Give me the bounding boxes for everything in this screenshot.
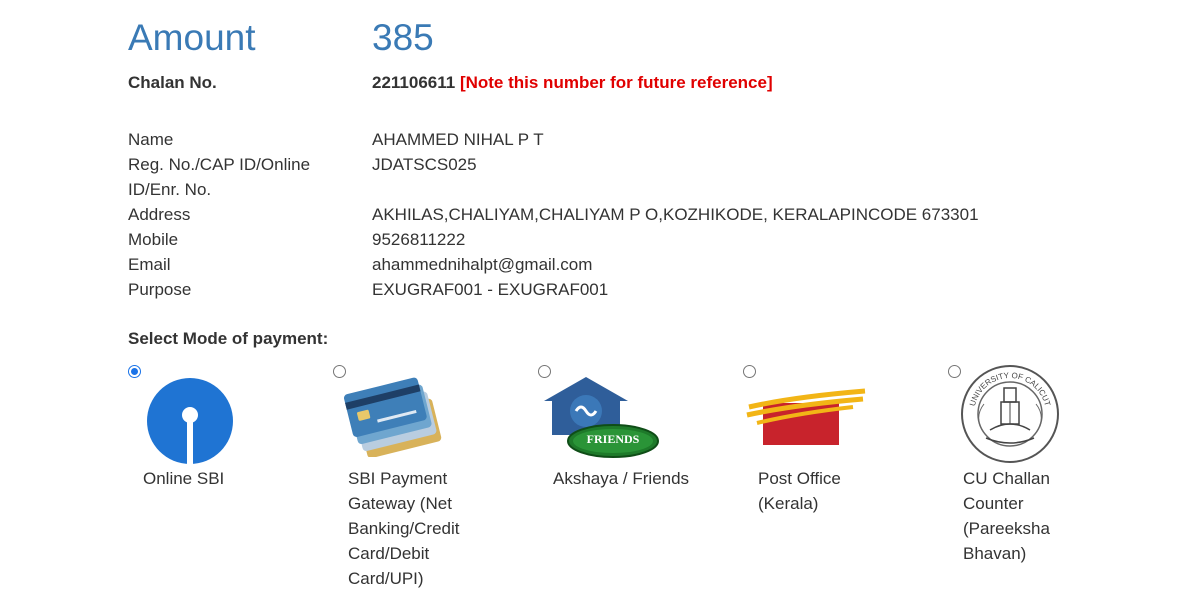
payment-option-label: Online SBI xyxy=(143,469,225,488)
university-of-calicut-seal-icon: UNIVERSITY OF CALICUT xyxy=(961,365,1059,463)
payment-option-label: Post Office (Kerala) xyxy=(758,469,841,513)
detail-regno-value: JDATSCS025 xyxy=(372,155,477,174)
detail-purpose-label: Purpose xyxy=(128,280,192,299)
chalan-label: Chalan No. xyxy=(128,73,217,92)
amount-label: Amount xyxy=(128,17,256,58)
payment-mode-heading: Select Mode of payment: xyxy=(128,329,329,348)
detail-regno-label: Reg. No./CAP ID/Online ID/Enr. No. xyxy=(128,155,311,199)
detail-email-label: Email xyxy=(128,255,171,274)
detail-email-value: ahammednihalpt@gmail.com xyxy=(372,255,593,274)
detail-name-value: AHAMMED NIHAL P T xyxy=(372,130,544,149)
svg-text:FRIENDS: FRIENDS xyxy=(587,432,640,446)
chalan-value: 221106611 [Note this number for future r… xyxy=(372,73,773,93)
akshaya-friends-logo-icon: FRIENDS xyxy=(544,377,659,458)
chalan-note: [Note this number for future reference] xyxy=(459,73,773,92)
payment-option-label: SBI Payment Gateway (Net Banking/Credit … xyxy=(348,469,460,588)
detail-mobile-value: 9526811222 xyxy=(372,230,466,249)
detail-purpose-value: EXUGRAF001 - EXUGRAF001 xyxy=(372,280,609,299)
payment-option-label: Akshaya / Friends xyxy=(553,469,690,488)
amount-value: 385 xyxy=(372,17,434,58)
detail-address-value: AKHILAS,CHALIYAM,CHALIYAM P O,KOZHIKODE,… xyxy=(372,205,979,224)
chalan-number: 221106611 xyxy=(372,73,456,92)
detail-mobile-label: Mobile xyxy=(128,230,179,249)
payment-option-label: CU Challan Counter (Pareeksha Bhavan) xyxy=(963,469,1050,563)
sbi-logo-icon xyxy=(147,378,233,465)
detail-name-label: Name xyxy=(128,130,174,149)
detail-address-label: Address xyxy=(128,205,191,224)
radio-online-sbi[interactable] xyxy=(128,365,141,378)
credit-cards-icon xyxy=(343,377,442,457)
india-post-logo-icon xyxy=(746,388,866,445)
